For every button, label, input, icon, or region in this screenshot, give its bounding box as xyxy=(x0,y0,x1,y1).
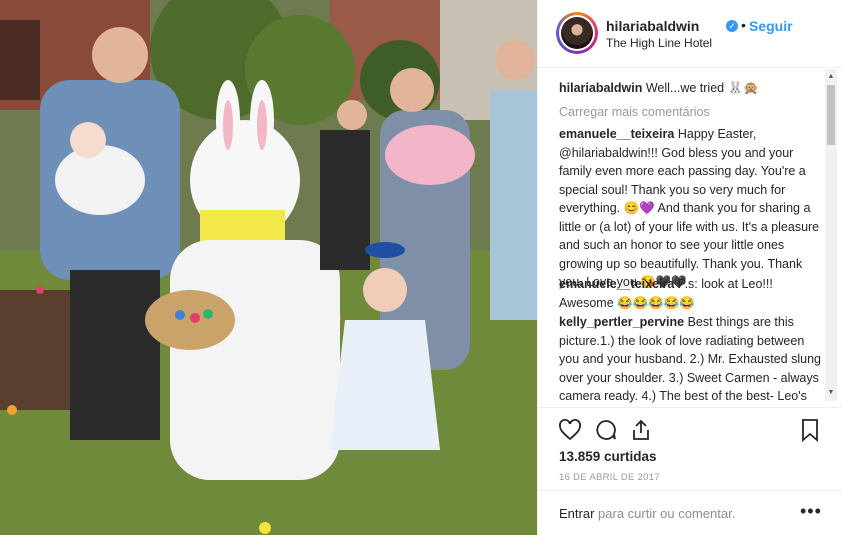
comment-bubble-icon[interactable] xyxy=(594,418,618,442)
follow-button[interactable]: Seguir xyxy=(749,18,793,34)
share-icon[interactable] xyxy=(629,418,653,442)
action-bar xyxy=(538,407,842,451)
heart-icon[interactable] xyxy=(558,418,582,442)
scroll-up-arrow-icon[interactable]: ▲ xyxy=(825,71,837,83)
avatar[interactable] xyxy=(556,12,598,54)
post-date: 16 DE ABRIL DE 2017 xyxy=(559,472,660,483)
caption: hilariabaldwin Well...we tried 🐰🙊 xyxy=(559,79,821,98)
avatar-ring-inner xyxy=(559,15,595,51)
list-item: kelly_pertler_pervine Best things are th… xyxy=(559,313,821,406)
bookmark-icon[interactable] xyxy=(798,418,822,442)
instagram-post-view: hilariabaldwin ✓ • Seguir The High Line … xyxy=(0,0,842,535)
more-options-button[interactable]: ••• xyxy=(800,501,822,522)
comment-prompt-bar: Entrar para curtir ou comentar. ••• xyxy=(538,490,842,535)
load-more-comments-button[interactable]: Carregar mais comentários xyxy=(559,105,710,119)
header-separator: • xyxy=(741,17,746,33)
likes-count[interactable]: 13.859 curtidas xyxy=(559,449,657,464)
comment-username[interactable]: emanuele__teixeira xyxy=(559,127,674,141)
verified-badge-icon: ✓ xyxy=(726,20,738,32)
post-sidebar: hilariabaldwin ✓ • Seguir The High Line … xyxy=(537,0,842,535)
list-item: emanuele__teixeira P.s: look at Leo!!! A… xyxy=(559,275,821,312)
location-link[interactable]: The High Line Hotel xyxy=(606,36,712,50)
list-item: emanuele__teixeira Happy Easter, @hilari… xyxy=(559,125,821,292)
comments-list[interactable]: hilariabaldwin Well...we tried 🐰🙊 Carreg… xyxy=(538,69,842,406)
scroll-down-arrow-icon[interactable]: ▼ xyxy=(825,387,837,399)
login-link[interactable]: Entrar xyxy=(559,506,594,521)
login-prompt-text: para curtir ou comentar. xyxy=(598,506,736,521)
comment-username[interactable]: kelly_pertler_pervine xyxy=(559,315,684,329)
scrollbar-thumb[interactable] xyxy=(827,85,835,145)
caption-username[interactable]: hilariabaldwin xyxy=(559,81,642,95)
login-prompt: Entrar para curtir ou comentar. xyxy=(559,506,735,521)
caption-text: Well...we tried 🐰🙊 xyxy=(645,81,759,95)
comments-scrollbar[interactable]: ▲ ▼ xyxy=(825,69,837,401)
comment-username[interactable]: emanuele__teixeira xyxy=(559,277,674,291)
comment-text: Happy Easter, @hilariabaldwin!!! God ble… xyxy=(559,127,820,289)
avatar-image xyxy=(561,17,593,49)
post-photo[interactable] xyxy=(0,0,537,535)
username-link[interactable]: hilariabaldwin xyxy=(606,18,699,34)
post-header: hilariabaldwin ✓ • Seguir The High Line … xyxy=(538,0,842,68)
easter-photo-illustration xyxy=(0,0,537,535)
